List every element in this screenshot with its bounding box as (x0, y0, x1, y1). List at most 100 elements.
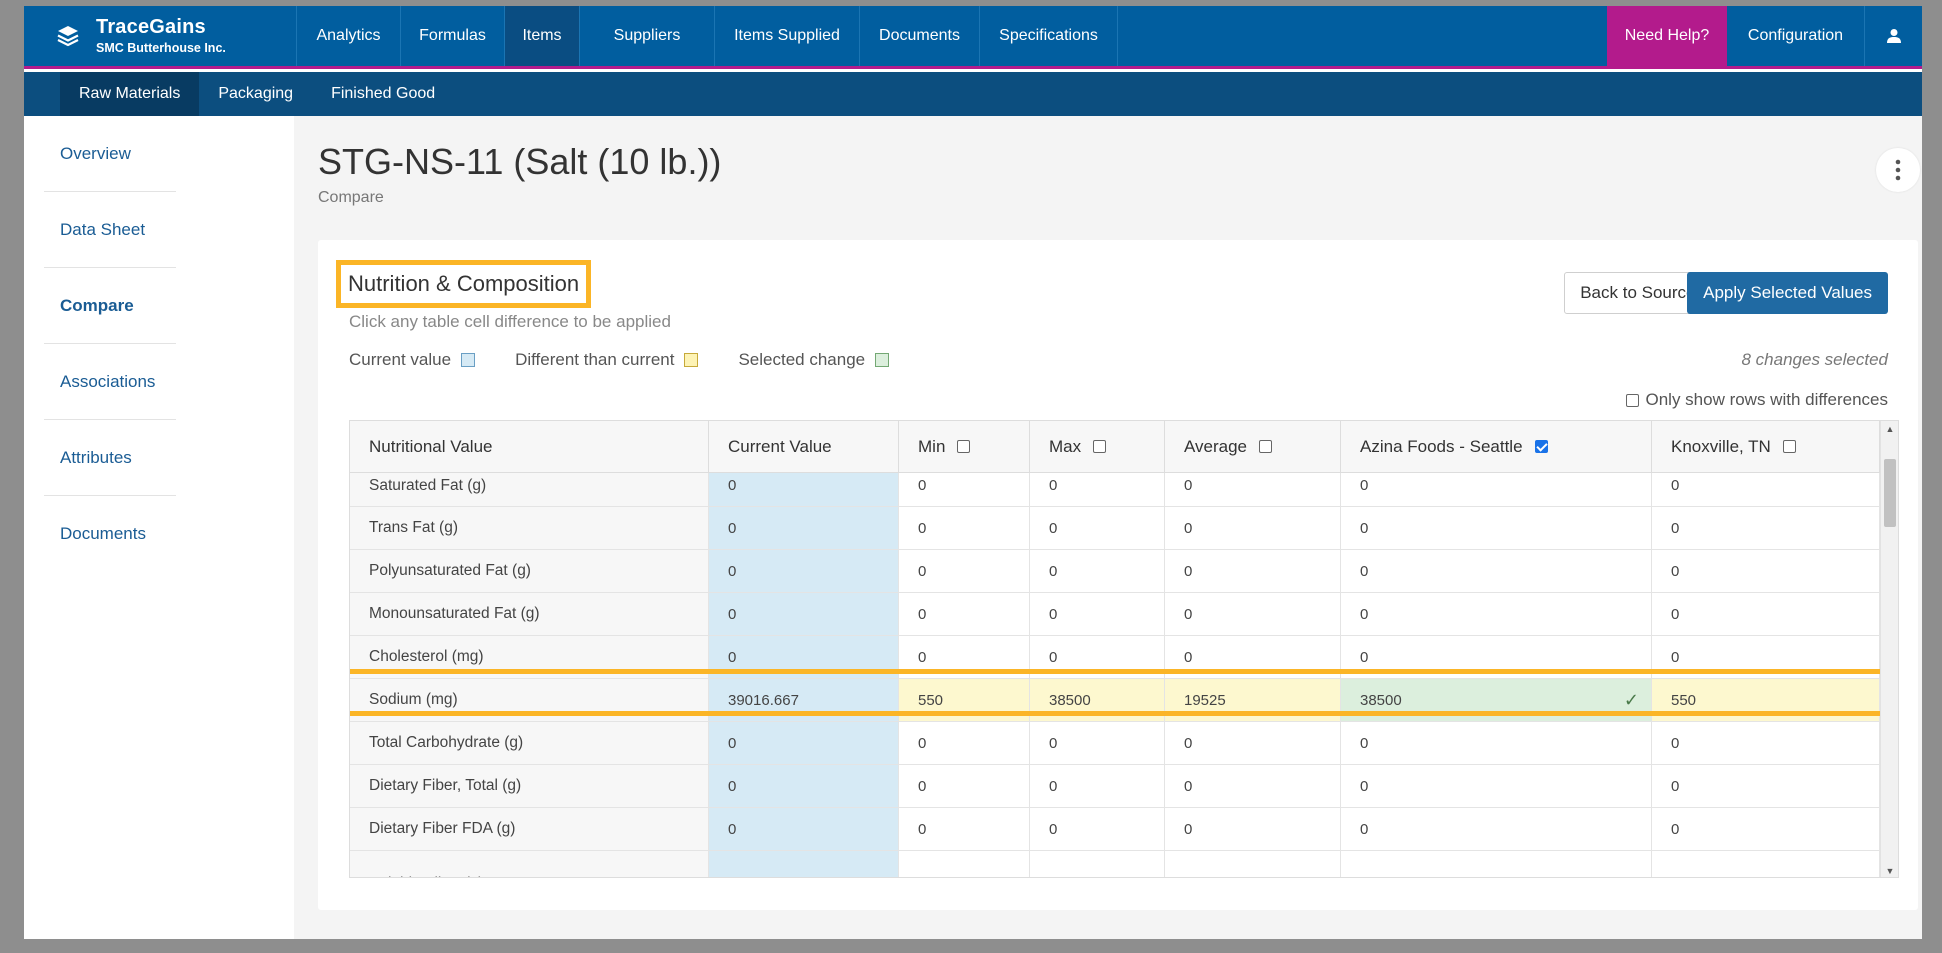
current-value-cell: 0 (709, 550, 899, 592)
only-differences-label: Only show rows with differences (1645, 390, 1888, 409)
sidebar-item-documents[interactable]: Documents (44, 496, 176, 572)
column-header-label: Average (1184, 436, 1248, 456)
sidebar-item-attributes[interactable]: Attributes (44, 420, 176, 496)
legend-different-than-current: Different than current (515, 350, 699, 370)
table-row: Cholesterol (mg) 0 0 0 0 0 0 (350, 636, 1880, 679)
sidebar-item-data-sheet[interactable]: Data Sheet (44, 192, 176, 268)
nutrient-name: Monounsaturated Fat (g) (350, 593, 709, 635)
column-header-label: Nutritional Value (369, 436, 493, 456)
legend-selected-change: Selected change (738, 350, 890, 370)
sidebar-item-compare[interactable]: Compare (44, 268, 176, 344)
source-value-cell[interactable]: 38500 (1030, 679, 1165, 721)
table-row: Trans Fat (g) 0 0 0 0 0 0 (350, 507, 1880, 550)
top-navigation: TraceGains SMC Butterhouse Inc. Analytic… (24, 6, 1922, 69)
main-content: STG-NS-11 (Salt (10 lb.)) Compare Nutrit… (294, 116, 1922, 939)
scrollbar-thumb[interactable] (1884, 459, 1896, 527)
source-value-cell: 0 (899, 507, 1030, 549)
source-value-cell: 0 (899, 550, 1030, 592)
column-select-checkbox[interactable] (1093, 440, 1107, 453)
source-value-cell: 0 (1030, 808, 1165, 850)
column-select-checkbox[interactable] (1782, 440, 1796, 453)
source-value-cell: 0 (1341, 722, 1652, 764)
legend-current-value: Current value (349, 350, 476, 370)
subnav-item-packaging[interactable]: Packaging (199, 72, 312, 116)
source-value-cell: 0 (1341, 473, 1652, 506)
legend-label: Different than current (515, 350, 675, 369)
column-select-checkbox[interactable] (1259, 440, 1273, 453)
nutrient-name: Trans Fat (g) (350, 507, 709, 549)
scroll-down-arrow-icon[interactable]: ▼ (1881, 863, 1898, 877)
source-value-cell[interactable]: 38500 ✓ (1341, 679, 1652, 721)
source-value-cell: 0 (1341, 636, 1652, 678)
configuration-button[interactable]: Configuration (1727, 6, 1865, 66)
nav-item-formulas[interactable]: Formulas (401, 6, 505, 66)
source-value-cell: 0 (1652, 473, 1880, 506)
source-value-cell[interactable]: 550 (899, 679, 1030, 721)
source-value-cell: 0 (899, 808, 1030, 850)
brand-text: TraceGains SMC Butterhouse Inc. (96, 16, 226, 55)
column-header-azina-foods-seattle[interactable]: Azina Foods - Seattle (1341, 421, 1652, 472)
scroll-up-arrow-icon[interactable]: ▲ (1881, 421, 1898, 437)
nav-item-items-supplied[interactable]: Items Supplied (715, 6, 860, 66)
legend-swatch (875, 353, 890, 367)
source-value-cell: 0 (899, 636, 1030, 678)
sidebar-item-associations[interactable]: Associations (44, 344, 176, 420)
source-value-cell[interactable]: 19525 (1165, 679, 1341, 721)
column-header-current-value: Current Value (709, 421, 899, 472)
card-hint: Click any table cell difference to be ap… (349, 312, 671, 331)
brand[interactable]: TraceGains SMC Butterhouse Inc. (24, 6, 296, 66)
user-menu-button[interactable] (1865, 6, 1922, 66)
sidebar-item-overview[interactable]: Overview (44, 116, 176, 192)
only-differences-toggle[interactable]: Only show rows with differences (1626, 390, 1888, 410)
table-row: Total Carbohydrate (g) 0 0 0 0 0 0 (350, 722, 1880, 765)
nav-item-documents[interactable]: Documents (860, 6, 980, 66)
nav-item-items[interactable]: Items (505, 6, 580, 66)
column-header-label: Azina Foods - Seattle (1360, 436, 1523, 456)
table-row: Polyunsaturated Fat (g) 0 0 0 0 0 0 (350, 550, 1880, 593)
table-scrollbar[interactable]: ▲ ▼ (1880, 421, 1898, 877)
column-header-knoxville-tn[interactable]: Knoxville, TN (1652, 421, 1880, 472)
source-value-cell: 0 (1030, 550, 1165, 592)
nutrient-name: Dietary Fiber FDA (g) (350, 808, 709, 850)
table-body: Saturated Fat (g) 0 0 0 0 0 0 Trans Fat (g) 0 0 0 0… (350, 473, 1880, 877)
nav-right: Need Help? Configuration (1607, 6, 1922, 66)
column-header-min[interactable]: Min (899, 421, 1030, 472)
table-row: Dietary Fiber FDA (g) 0 0 0 0 0 0 (350, 808, 1880, 851)
nav-item-suppliers[interactable]: Suppliers (580, 6, 715, 66)
source-value-cell: 0 (1341, 808, 1652, 850)
current-value-cell: 0 (709, 593, 899, 635)
only-differences-checkbox[interactable] (1626, 393, 1640, 407)
more-options-button[interactable] (1876, 148, 1920, 192)
source-value-cell: 0 (1165, 808, 1341, 850)
need-help-button[interactable]: Need Help? (1607, 6, 1727, 66)
nav-item-analytics[interactable]: Analytics (297, 6, 401, 66)
changes-selected-count: 8 changes selected (1741, 350, 1889, 369)
user-icon (1886, 29, 1901, 43)
source-value-cell: 0 (1341, 851, 1652, 877)
comparison-table: Nutritional Value Current Value Min Max Aver… (349, 420, 1899, 878)
nav-item-specifications[interactable]: Specifications (980, 6, 1118, 66)
page-subtitle: Compare (318, 189, 384, 206)
table-row: Sodium (mg) 39016.667 550 38500 19525 38500 ✓ 5… (350, 679, 1880, 722)
nutrient-name: Dietary Fiber, Total (g) (350, 765, 709, 807)
source-value-cell: 0 (1165, 636, 1341, 678)
column-select-checkbox[interactable] (957, 440, 971, 453)
legend-swatch (684, 353, 699, 367)
column-select-checkbox[interactable] (1534, 440, 1548, 453)
source-value-cell: 0 (1030, 851, 1165, 877)
source-value-cell: 0 (1165, 722, 1341, 764)
page-title: STG-NS-11 (Salt (10 lb.)) (318, 141, 722, 182)
source-value-cell: 0 (899, 851, 1030, 877)
column-header-average[interactable]: Average (1165, 421, 1341, 472)
source-value-cell[interactable]: 550 (1652, 679, 1880, 721)
current-value-cell: 0 (709, 808, 899, 850)
source-value-cell: 0 (899, 765, 1030, 807)
app-window: TraceGains SMC Butterhouse Inc. Analytic… (24, 6, 1922, 939)
subnav-item-raw-materials[interactable]: Raw Materials (60, 72, 200, 116)
source-value-cell: 0 (1165, 473, 1341, 506)
source-value-cell: 0 (1165, 593, 1341, 635)
nutrient-name: Saturated Fat (g) (350, 473, 709, 506)
apply-selected-values-button[interactable]: Apply Selected Values (1687, 272, 1888, 314)
subnav-item-finished-good[interactable]: Finished Good (312, 72, 454, 116)
column-header-max[interactable]: Max (1030, 421, 1165, 472)
